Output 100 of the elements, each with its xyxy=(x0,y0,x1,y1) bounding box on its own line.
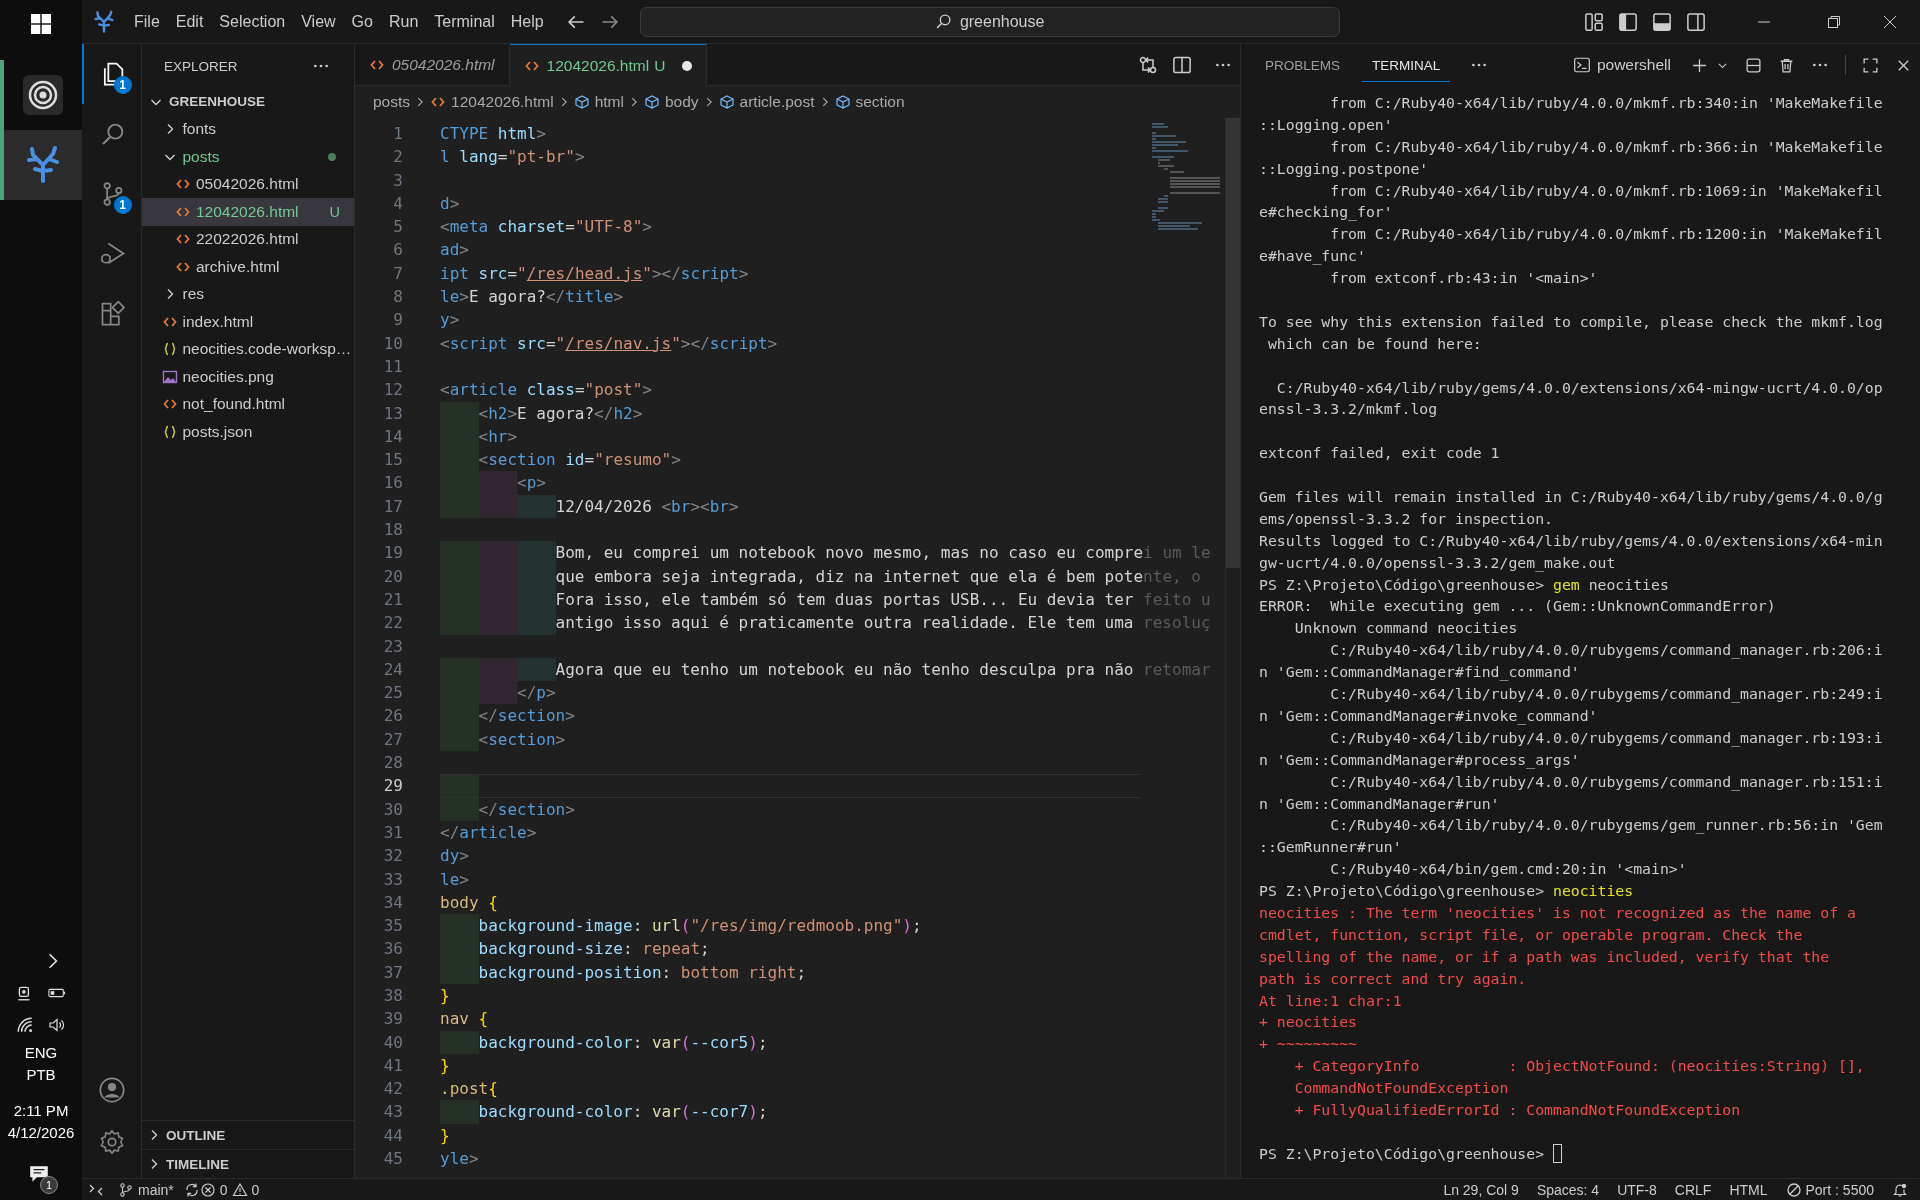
code-line: body { xyxy=(440,891,498,914)
cube-icon xyxy=(834,94,851,110)
file-tree-item[interactable]: index.html xyxy=(142,308,354,336)
notification-badge: 1 xyxy=(40,1176,58,1194)
menu-item[interactable]: Go xyxy=(343,8,381,35)
file-tree-item[interactable]: archive.html xyxy=(142,253,354,281)
file-tree-item[interactable]: neocities.png xyxy=(142,363,354,391)
terminal-line: from C:/Ruby40-x64/lib/ruby/4.0.0/mkmf.rb:340:in 'MakeMakefile xyxy=(1329,93,1884,113)
compare-icon[interactable] xyxy=(1138,54,1158,75)
line-number: 7 xyxy=(392,262,403,285)
maximize-icon[interactable] xyxy=(1862,56,1879,74)
editor-tab[interactable]: 12042026.html U xyxy=(509,44,708,86)
status-dot xyxy=(328,152,336,161)
code-line: .post{ xyxy=(440,1078,498,1101)
breadcrumb-item[interactable]: html xyxy=(573,93,624,111)
editor-tab[interactable]: 05042026.html xyxy=(355,44,510,85)
terminal-prompt-line: PS Z:\Projeto\Código\greenhouse> xyxy=(1259,1143,1546,1164)
menu-item[interactable]: View xyxy=(293,8,344,35)
activity-item[interactable]: 1 xyxy=(81,164,142,224)
breadcrumb-item[interactable]: section xyxy=(834,93,905,111)
volume-icon[interactable] xyxy=(48,1016,66,1034)
code-line: <h2>E agora?</h2> xyxy=(440,401,643,425)
branch-status[interactable]: main* xyxy=(118,1181,174,1198)
search-icon xyxy=(934,13,952,30)
breadcrumb-item[interactable]: posts xyxy=(373,93,411,111)
keyboard-layout[interactable]: PTB xyxy=(26,1064,56,1086)
split-terminal-icon[interactable] xyxy=(1745,56,1762,74)
breadcrumb-item[interactable]: article.post xyxy=(718,93,815,111)
menu-item[interactable]: Run xyxy=(380,8,427,35)
code-line: background-position: bottom right; xyxy=(440,960,807,984)
line-number: 35 xyxy=(382,915,403,938)
code-line: <article class="post"> xyxy=(440,379,652,402)
file-tree-item[interactable]: 22022026.html xyxy=(142,225,354,253)
terminal-line: from C:/Ruby40-x64/lib/ruby/4.0.0/mkmf.rb:366:in 'MakeMakefile xyxy=(1329,136,1884,157)
folder-root-item[interactable]: GREENHOUSE xyxy=(142,88,354,116)
code-line: </article> xyxy=(440,821,537,844)
file-tree-item[interactable]: posts.json xyxy=(142,418,354,446)
layout-icon[interactable] xyxy=(1584,11,1604,32)
account-icon[interactable] xyxy=(97,1076,126,1104)
code-line: <script src="/res/nav.js"></script> xyxy=(440,332,778,355)
trash-icon[interactable] xyxy=(1778,56,1795,74)
terminal-line: e#checking_for' xyxy=(1259,202,1394,223)
wifi-icon[interactable] xyxy=(16,1016,34,1034)
code-line: <section> xyxy=(440,727,566,751)
file-tree-item[interactable]: 12042026.html U xyxy=(142,198,354,226)
panel-tab[interactable]: PROBLEMS xyxy=(1255,48,1351,82)
line-number: 37 xyxy=(382,961,403,984)
unsaved-dot[interactable] xyxy=(682,60,693,71)
split-editor-icon[interactable] xyxy=(1172,54,1192,75)
error-icon xyxy=(199,1181,216,1198)
code-line: </p> xyxy=(440,681,556,705)
clock-date[interactable]: 4/12/2026 xyxy=(7,1122,75,1144)
sidebar-toggle-icon[interactable] xyxy=(1618,11,1638,32)
terminal-error-line: spelling of the name, or if a path was included, verify that the xyxy=(1259,946,1831,967)
bell-icon[interactable] xyxy=(1892,1181,1908,1198)
file-tree-item[interactable]: neocities.code-worksp… xyxy=(142,335,354,363)
status-item[interactable]: UTF-8 xyxy=(1617,1181,1657,1198)
scrollbar-thumb[interactable] xyxy=(1226,118,1240,568)
menu-item[interactable]: Help xyxy=(502,8,552,35)
file-tree-item[interactable]: fonts xyxy=(142,115,354,143)
input-language[interactable]: ENG xyxy=(24,1042,58,1064)
file-tree-item[interactable]: not_found.html xyxy=(142,390,354,418)
close-icon[interactable] xyxy=(1882,13,1898,30)
panel-toggle-icon[interactable] xyxy=(1652,11,1672,32)
status-item[interactable]: Spaces: 4 xyxy=(1536,1181,1600,1198)
line-number: 8 xyxy=(392,286,403,309)
menu-item[interactable]: Selection xyxy=(211,8,294,35)
line-number: 2 xyxy=(392,146,403,169)
file-tree-item[interactable]: res xyxy=(142,280,354,308)
menu-item[interactable]: File xyxy=(126,8,168,35)
plus-icon[interactable] xyxy=(1691,56,1708,74)
code-line: CTYPE html> xyxy=(440,123,546,145)
menu-item[interactable]: Edit xyxy=(167,8,212,35)
breadcrumb-item[interactable]: 12042026.html xyxy=(430,93,554,111)
breadcrumb-item[interactable]: body xyxy=(643,93,699,111)
clock-time[interactable]: 2:11 PM xyxy=(13,1100,69,1122)
line-number: 38 xyxy=(382,985,403,1007)
code-line: background-size: repeat; xyxy=(440,937,710,961)
sync-icon[interactable] xyxy=(183,1181,200,1198)
terminal-error-line: CommandNotFoundException xyxy=(1293,1078,1510,1099)
status-item[interactable]: HTML xyxy=(1729,1181,1768,1198)
menu-item[interactable]: Terminal xyxy=(426,8,503,35)
problems-status[interactable]: 0 0 xyxy=(199,1181,260,1198)
terminal-line: C:/Ruby40-x64/lib/ruby/4.0.0/rubygems/command_manager.rb:193:i xyxy=(1329,727,1884,749)
file-tree-item[interactable]: 05042026.html xyxy=(142,170,354,198)
secondary-sidebar-icon[interactable] xyxy=(1686,11,1706,32)
restore-icon[interactable] xyxy=(1826,13,1842,30)
panel-tab[interactable]: TERMINAL xyxy=(1362,48,1451,82)
code-line: l lang="pt-br"> xyxy=(440,146,585,169)
section-header[interactable]: OUTLINE xyxy=(142,1120,354,1149)
port-status[interactable]: Port : 5500 xyxy=(1785,1181,1874,1198)
status-item[interactable]: CRLF xyxy=(1674,1181,1712,1198)
terminal-prompt-line: PS Z:\Projeto\Código\greenhouse> gem neocities xyxy=(1259,574,1669,595)
file-tree-item[interactable]: posts xyxy=(142,143,354,171)
windows-start-icon[interactable] xyxy=(31,14,51,34)
terminal-line: gw-ucrt/4.0.0/openssl-3.3.2/gem_make.out xyxy=(1259,552,1617,574)
terminal-selector[interactable]: powershell xyxy=(1572,56,1671,74)
status-item[interactable]: Ln 29, Col 9 xyxy=(1443,1181,1519,1198)
search-field[interactable]: greenhouse xyxy=(639,6,1340,37)
line-number: 36 xyxy=(382,938,403,961)
